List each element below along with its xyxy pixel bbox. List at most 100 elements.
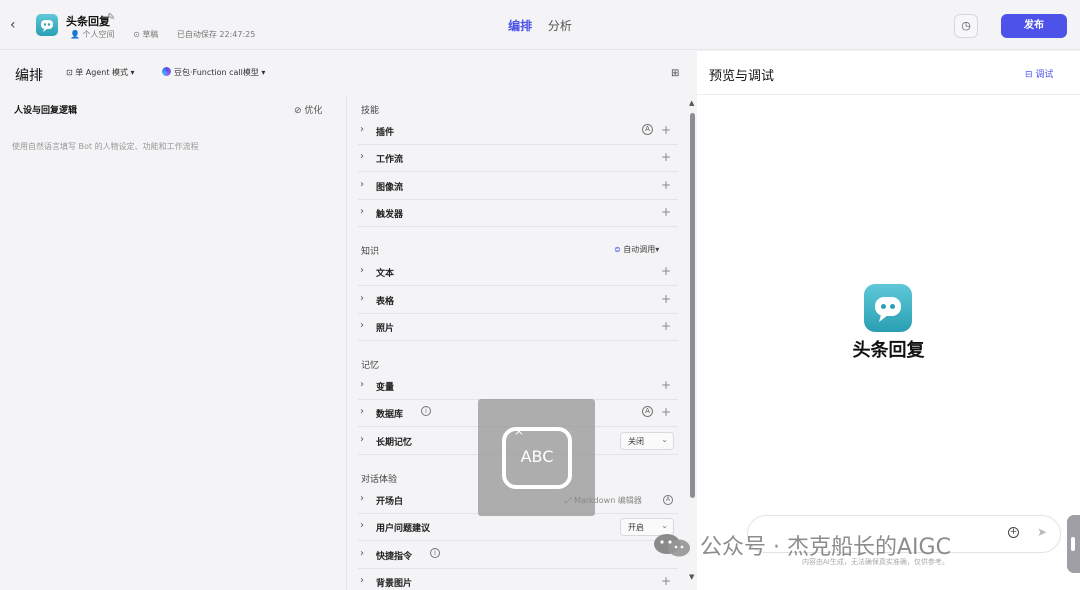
scroll-thumb[interactable] (690, 113, 695, 498)
chevron-right-icon: › (360, 379, 364, 390)
debug-icon: ⊟ (1025, 70, 1036, 80)
knowledge-section-title: 知识 (361, 247, 380, 257)
optimize-button[interactable]: ⊘ 优化 (294, 103, 322, 116)
chevron-right-icon: › (360, 548, 364, 559)
main-tabs: 编排 分析 (0, 17, 1080, 34)
dialog-row-background[interactable]: › 背景图片 + (358, 569, 678, 590)
tab-arrange[interactable]: 编排 (508, 17, 532, 34)
chevron-right-icon: › (360, 151, 364, 162)
chevron-right-icon: › (360, 493, 364, 504)
persona-title: 人设与回复逻辑 (14, 106, 78, 116)
persona-input[interactable]: 使用自然语言填写 Bot 的人物设定、功能和工作流程 (12, 141, 199, 152)
skill-row-plugin[interactable]: › 插件 A + (358, 118, 678, 145)
info-icon[interactable]: i (421, 406, 431, 416)
expand-icon: ⤢ (565, 496, 574, 505)
dialog-row-shortcuts[interactable]: › 快捷指令 i (358, 542, 678, 569)
knowledge-row-table[interactable]: › 表格 + (358, 287, 678, 314)
markdown-editor-link[interactable]: ⤢ Markdown 编辑器 (565, 495, 642, 506)
chevron-down-icon: ⌄ (661, 435, 668, 444)
knowledge-row-photo[interactable]: › 照片 + (358, 314, 678, 341)
keyboard-icon: ^ ABC (502, 427, 572, 489)
row-label: 插件 (376, 128, 395, 138)
info-icon[interactable]: i (430, 548, 440, 558)
auto-icon[interactable]: A (642, 124, 653, 135)
skill-row-trigger[interactable]: › 触发器 + (358, 200, 678, 227)
model-select[interactable]: 豆包·Function call模型 ▾ (162, 67, 265, 78)
row-label: 表格 (376, 297, 395, 307)
knowledge-row-text[interactable]: › 文本 + (358, 259, 678, 286)
row-label: 长期记忆 (376, 438, 413, 448)
row-label: 开场白 (376, 497, 404, 507)
memory-row-variable[interactable]: › 变量 + (358, 373, 678, 400)
add-text-icon[interactable]: + (661, 264, 671, 278)
skill-row-imageflow[interactable]: › 图像流 + (358, 173, 678, 200)
add-trigger-icon[interactable]: + (661, 205, 671, 219)
preview-panel: 预览与调试 ⊟ 调试 头条回复 + ➤ 内容由AI生成，无法确保真实准确，仅供参… (697, 51, 1080, 590)
wechat-logo-icon (654, 534, 690, 557)
dialog-section-title: 对话体验 (361, 475, 398, 485)
agent-mode-select[interactable]: ⊡ 单 Agent 模式 ▾ (66, 67, 135, 78)
attach-plus-icon[interactable]: + (1008, 527, 1019, 538)
history-icon[interactable]: ◷ (954, 14, 978, 38)
watermark: 公众号 · 杰克船长的AIGC (652, 529, 951, 561)
chevron-right-icon: › (360, 124, 364, 135)
add-plugin-icon[interactable]: + (661, 123, 671, 137)
optimize-icon: ⊘ (294, 106, 305, 116)
row-label: 触发器 (376, 210, 404, 220)
row-label: 数据库 (376, 410, 404, 420)
add-workflow-icon[interactable]: + (661, 150, 671, 164)
add-database-icon[interactable]: + (661, 405, 671, 419)
row-label: 工作流 (376, 155, 404, 165)
skills-scrollbar[interactable]: ▲ ▼ (689, 99, 696, 585)
layout-grid-icon[interactable]: ⊞ (671, 68, 679, 79)
chevron-right-icon: › (360, 293, 364, 304)
memory-section-title: 记忆 (361, 361, 380, 371)
add-imageflow-icon[interactable]: + (661, 178, 671, 192)
abc-label: ABC (520, 447, 554, 466)
edit-toolbar: 编排 ⊡ 单 Agent 模式 ▾ 豆包·Function call模型 ▾ ⊞ (0, 51, 696, 95)
row-label: 变量 (376, 383, 395, 393)
skills-section-title: 技能 (361, 106, 380, 116)
mode-icon: ⊡ (66, 68, 76, 77)
add-table-icon[interactable]: + (661, 292, 671, 306)
debug-button[interactable]: ⊟ 调试 (1025, 67, 1053, 80)
row-label: 图像流 (376, 183, 404, 193)
preview-header: 预览与调试 ⊟ 调试 (697, 51, 1080, 95)
longterm-memory-select[interactable]: 关闭 ⌄ (620, 432, 674, 450)
bot-face-icon (875, 297, 901, 322)
model-logo-icon (162, 67, 171, 76)
chevron-right-icon: › (360, 179, 364, 190)
row-label: 背景图片 (376, 579, 413, 589)
send-icon[interactable]: ➤ (1037, 525, 1047, 539)
scroll-up-icon[interactable]: ▲ (689, 99, 694, 107)
chevron-right-icon: › (360, 575, 364, 586)
add-photo-icon[interactable]: + (661, 319, 671, 333)
chevron-right-icon: › (360, 520, 364, 531)
auto-call-icon: ⊜ (614, 245, 624, 254)
dialog-row-suggestions[interactable]: › 用户问题建议 开启 ⌄ (358, 514, 678, 541)
row-label: 用户问题建议 (376, 524, 431, 534)
publish-button[interactable]: 发布 (1001, 14, 1067, 38)
add-background-icon[interactable]: + (661, 574, 671, 588)
side-drag-handle[interactable] (1067, 515, 1080, 573)
scroll-down-icon[interactable]: ▼ (689, 573, 694, 581)
chevron-right-icon: › (360, 320, 364, 331)
edit-title: 编排 (15, 68, 43, 84)
markdown-auto-icon[interactable]: A (663, 495, 673, 505)
persona-panel: 人设与回复逻辑 ⊘ 优化 使用自然语言填写 Bot 的人物设定、功能和工作流程 (0, 95, 347, 590)
chevron-right-icon: › (360, 434, 364, 445)
auto-call-select[interactable]: ⊜ 自动调用▾ (614, 244, 659, 255)
row-label: 照片 (376, 324, 395, 334)
row-label: 快捷指令 (376, 552, 413, 562)
chevron-right-icon: › (360, 406, 364, 417)
preview-bot-avatar (864, 284, 912, 332)
tab-analysis[interactable]: 分析 (548, 17, 572, 34)
add-variable-icon[interactable]: + (661, 378, 671, 392)
top-header: ‹ 头条回复 ✎ 👤 个人空间 ⊙ 草稿 已自动保存 22:47:25 编排 分… (0, 0, 1080, 50)
auto-icon[interactable]: A (642, 406, 653, 417)
row-label: 文本 (376, 269, 395, 279)
chevron-right-icon: › (360, 206, 364, 217)
chevron-right-icon: › (360, 265, 364, 276)
skill-row-workflow[interactable]: › 工作流 + (358, 145, 678, 172)
preview-bot-name: 头条回复 (852, 340, 925, 361)
